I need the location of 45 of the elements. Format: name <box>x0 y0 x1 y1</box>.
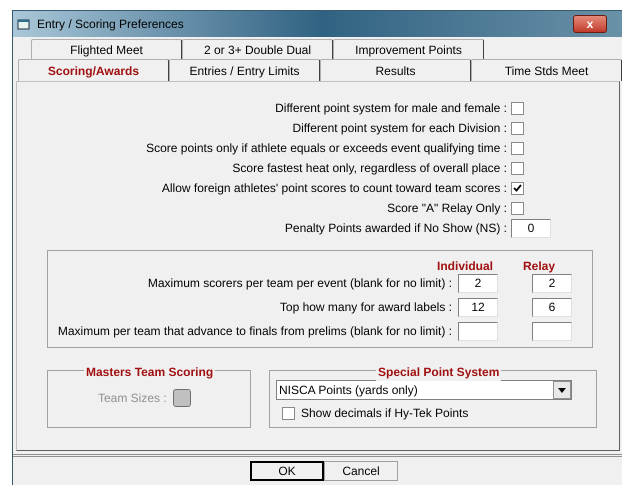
point-system-dropdown[interactable]: NISCA Points (yards only) <box>276 380 572 400</box>
decimals-label: Show decimals if Hy-Tek Points <box>301 405 468 422</box>
number-field[interactable]: 0 <box>511 218 551 238</box>
tab[interactable]: Improvement Points <box>333 39 484 59</box>
window-icon <box>17 18 31 30</box>
option-label: Score "A" Relay Only : <box>387 200 507 217</box>
number-field[interactable]: 6 <box>532 298 572 316</box>
tab[interactable]: Scoring/Awards <box>18 59 169 81</box>
limit-label: Maximum scorers per team per event (blank for no limit) : <box>148 275 452 292</box>
limit-label: Top how many for award labels : <box>280 299 452 316</box>
checkbox[interactable] <box>511 182 524 194</box>
dialog-button[interactable]: OK <box>250 461 324 481</box>
checkbox[interactable] <box>511 142 524 154</box>
team-sizes-label: Team Sizes : <box>98 390 167 407</box>
option-label: Allow foreign athletes' point scores to count toward team scores : <box>162 180 507 197</box>
dropdown-arrow-button[interactable] <box>553 381 571 399</box>
option-label: Penalty Points awarded if No Show (NS) : <box>284 220 507 237</box>
caret-icon <box>558 388 566 392</box>
tab[interactable]: Flighted Meet <box>31 39 182 59</box>
window-title: Entry / Scoring Preferences <box>37 16 184 33</box>
checkbox[interactable] <box>511 162 524 174</box>
number-field[interactable]: 2 <box>458 274 498 292</box>
option-label: Score fastest heat only, regardless of overall place : <box>232 160 507 177</box>
dropdown-value: NISCA Points (yards only) <box>278 382 419 399</box>
option-label: Different point system for male and female : <box>275 100 507 117</box>
option-label: Score points only if athlete equals or exceeds event qualifying time : <box>146 140 507 157</box>
checkbox[interactable] <box>282 406 295 420</box>
close-button[interactable]: x <box>573 15 607 33</box>
column-heading: Individual <box>436 258 494 271</box>
number-field[interactable]: 2 <box>532 274 572 292</box>
tab[interactable]: Entries / Entry Limits <box>169 59 320 81</box>
column-heading: Relay <box>522 258 556 271</box>
limit-label: Maximum per team that advance to finals from prelims (blank for no limit) : <box>58 323 452 340</box>
option-label: Different point system for each Division : <box>292 120 507 137</box>
tab[interactable]: Time Stds Meet <box>471 59 622 81</box>
tab[interactable]: Results <box>320 59 471 81</box>
tab[interactable]: 2 or 3+ Double Dual <box>182 39 333 59</box>
number-field[interactable]: 12 <box>458 298 498 316</box>
checkbox[interactable] <box>511 122 524 134</box>
checkbox[interactable] <box>511 102 524 114</box>
number-field[interactable] <box>458 322 498 340</box>
checkmark-icon <box>513 184 522 192</box>
checkbox[interactable] <box>511 202 524 214</box>
dialog-button[interactable]: Cancel <box>324 461 398 481</box>
number-field[interactable] <box>532 322 572 340</box>
